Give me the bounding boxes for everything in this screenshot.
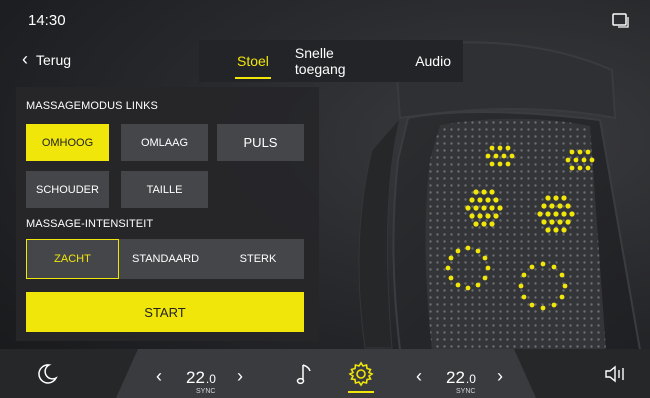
music-note-icon[interactable]: [296, 362, 314, 386]
intensity-title: MASSAGE-INTENSITEIT: [26, 218, 154, 230]
tab-snelle-toegang[interactable]: Snelle toegang: [283, 45, 397, 77]
left-temp-down-button[interactable]: ‹: [156, 366, 162, 387]
massage-mode-title: MASSAGEMODUS LINKS: [26, 100, 158, 112]
seat-massage-screen: 14:30 ‹ Terug Stoel Snelle toegang Audio…: [0, 0, 650, 398]
back-chevron-icon: ‹: [22, 48, 28, 69]
status-bar: 14:30: [0, 0, 650, 38]
clock: 14:30: [28, 12, 66, 29]
tab-bar: Stoel Snelle toegang Audio: [199, 40, 463, 82]
left-temp-value: 22: [186, 368, 205, 387]
volume-icon[interactable]: [603, 364, 629, 384]
left-temp-up-button[interactable]: ›: [237, 366, 243, 387]
mode-omlaag-button[interactable]: OMLAAG: [121, 124, 208, 161]
intensity-zacht-option[interactable]: ZACHT: [26, 239, 119, 279]
left-sync-label: SYNC: [196, 388, 216, 395]
right-temperature: 22.0: [446, 368, 476, 388]
intensity-sterk-option[interactable]: STERK: [212, 239, 304, 279]
mode-taille-button[interactable]: TAILLE: [121, 171, 208, 208]
intensity-standaard-option[interactable]: STANDAARD: [119, 239, 212, 279]
phone-mirror-icon[interactable]: [612, 12, 630, 28]
left-temp-decimal: .0: [205, 372, 216, 386]
back-label: Terug: [36, 52, 72, 68]
right-temp-value: 22: [446, 368, 465, 387]
seat-settings-icon[interactable]: [348, 361, 374, 387]
mode-omhoog-button[interactable]: OMHOOG: [26, 124, 109, 161]
mode-schouder-button[interactable]: SCHOUDER: [26, 171, 109, 208]
moon-icon[interactable]: [36, 363, 58, 385]
mode-puls-button[interactable]: PULS: [217, 124, 304, 161]
right-sync-label: SYNC: [456, 388, 476, 395]
intensity-selector: ZACHT STANDAARD STERK: [26, 239, 304, 279]
active-indicator: [348, 391, 374, 393]
right-temp-up-button[interactable]: ›: [497, 366, 503, 387]
tab-stoel[interactable]: Stoel: [225, 53, 281, 79]
back-button[interactable]: ‹ Terug: [22, 46, 71, 74]
tab-audio[interactable]: Audio: [403, 53, 463, 69]
right-temp-down-button[interactable]: ‹: [416, 366, 422, 387]
left-temperature: 22.0: [186, 368, 216, 388]
right-temp-decimal: .0: [465, 372, 476, 386]
start-button[interactable]: START: [26, 292, 304, 332]
massage-control-panel: MASSAGEMODUS LINKS OMHOOG OMLAAG PULS SC…: [16, 87, 319, 341]
